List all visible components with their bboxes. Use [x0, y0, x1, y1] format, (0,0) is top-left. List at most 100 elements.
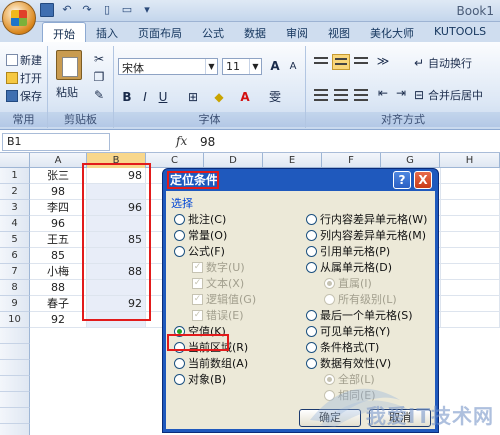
- font-size-dropdown-icon[interactable]: ▼: [249, 59, 261, 74]
- right-option-1[interactable]: 列内容差异单元格(M): [306, 227, 426, 243]
- format-painter-icon[interactable]: ✎: [90, 86, 108, 104]
- font-color-icon[interactable]: A: [236, 88, 254, 106]
- tab-page-layout[interactable]: 页面布局: [128, 22, 192, 42]
- phonetic-button[interactable]: 雯: [266, 88, 284, 106]
- new-doc-icon[interactable]: ▯: [100, 3, 114, 17]
- close-button[interactable]: X: [414, 171, 432, 189]
- column-header-g[interactable]: G: [381, 153, 440, 168]
- column-header-e[interactable]: E: [263, 153, 322, 168]
- tab-data[interactable]: 数据: [234, 22, 276, 42]
- row-header[interactable]: 6: [0, 248, 30, 264]
- ok-button[interactable]: 确定: [299, 409, 361, 427]
- fx-icon[interactable]: fx: [176, 134, 187, 148]
- bold-button[interactable]: B: [118, 88, 136, 106]
- column-header-h[interactable]: H: [440, 153, 500, 168]
- select-all-corner[interactable]: [0, 153, 30, 168]
- cell-a[interactable]: 李四: [30, 200, 87, 216]
- right-option-6[interactable]: 最后一个单元格(S): [306, 307, 413, 323]
- left-option-2[interactable]: 公式(F): [174, 243, 225, 259]
- cell-a[interactable]: 88: [30, 280, 87, 296]
- shrink-font-button[interactable]: A: [284, 58, 302, 76]
- cancel-button[interactable]: 取消: [369, 409, 431, 427]
- redo-icon[interactable]: ↷: [80, 3, 94, 17]
- cell-empty[interactable]: [441, 184, 500, 200]
- tab-beautify[interactable]: 美化大师: [360, 22, 424, 42]
- row-header-empty[interactable]: [0, 408, 30, 424]
- cell-a[interactable]: 小梅: [30, 264, 87, 280]
- tab-formulas[interactable]: 公式: [192, 22, 234, 42]
- tab-view[interactable]: 视图: [318, 22, 360, 42]
- wrap-text-button[interactable]: ↵ 自动换行: [412, 54, 472, 72]
- row-header[interactable]: 9: [0, 296, 30, 312]
- row-header-empty[interactable]: [0, 376, 30, 392]
- tab-insert[interactable]: 插入: [86, 22, 128, 42]
- row-header[interactable]: 4: [0, 216, 30, 232]
- underline-button[interactable]: U: [154, 88, 172, 106]
- align-bottom-icon[interactable]: [352, 54, 370, 70]
- align-right-icon[interactable]: [352, 86, 370, 102]
- right-option-8[interactable]: 条件格式(T): [306, 339, 379, 355]
- italic-button[interactable]: I: [136, 88, 154, 106]
- copy-icon[interactable]: ❐: [90, 68, 108, 86]
- undo-icon[interactable]: ↶: [60, 3, 74, 17]
- cell-a[interactable]: 王五: [30, 232, 87, 248]
- decrease-indent-icon[interactable]: ⇤: [374, 84, 392, 102]
- row-header-empty[interactable]: [0, 392, 30, 408]
- right-option-9[interactable]: 数据有效性(V): [306, 355, 391, 371]
- help-button[interactable]: ?: [393, 171, 411, 189]
- row-header-empty[interactable]: [0, 424, 30, 435]
- merge-center-button[interactable]: ⊟ 合并后居中: [412, 86, 483, 104]
- right-option-7[interactable]: 可见单元格(Y): [306, 323, 390, 339]
- column-header-d[interactable]: D: [204, 153, 263, 168]
- border-icon[interactable]: ⊞: [184, 88, 202, 106]
- align-top-icon[interactable]: [312, 54, 330, 70]
- formula-value[interactable]: 98: [200, 135, 215, 149]
- cell-empty[interactable]: [441, 280, 500, 296]
- qat-save-icon[interactable]: [40, 3, 54, 17]
- cell-empty[interactable]: [441, 296, 500, 312]
- font-size-combo[interactable]: 11 ▼: [222, 58, 262, 75]
- cell-a[interactable]: 92: [30, 312, 87, 328]
- row-header[interactable]: 7: [0, 264, 30, 280]
- paste-button[interactable]: 粘贴: [56, 84, 78, 100]
- grow-font-button[interactable]: A: [266, 57, 284, 75]
- row-header[interactable]: 5: [0, 232, 30, 248]
- column-header-c[interactable]: C: [146, 153, 204, 168]
- tab-home[interactable]: 开始: [42, 22, 86, 42]
- row-header[interactable]: 1: [0, 168, 30, 184]
- row-header-empty[interactable]: [0, 360, 30, 376]
- cell-a[interactable]: 张三: [30, 168, 87, 184]
- row-header-empty[interactable]: [0, 328, 30, 344]
- cell-a[interactable]: 96: [30, 216, 87, 232]
- open-button[interactable]: 打开: [6, 70, 42, 86]
- left-option-0[interactable]: 批注(C): [174, 211, 226, 227]
- name-box[interactable]: B1: [2, 133, 110, 151]
- row-header[interactable]: 8: [0, 280, 30, 296]
- cell-empty[interactable]: [441, 168, 500, 184]
- paste-icon[interactable]: [56, 50, 82, 80]
- column-header-a[interactable]: A: [30, 153, 87, 168]
- align-middle-icon[interactable]: [332, 54, 350, 70]
- font-name-dropdown-icon[interactable]: ▼: [205, 59, 217, 74]
- align-left-icon[interactable]: [312, 86, 330, 102]
- cell-empty[interactable]: [441, 216, 500, 232]
- tab-kutools[interactable]: KUTOOLS: [424, 22, 496, 42]
- orientation-icon[interactable]: ≫: [374, 52, 392, 70]
- row-header[interactable]: 10: [0, 312, 30, 328]
- left-option-1[interactable]: 常量(O): [174, 227, 227, 243]
- office-button[interactable]: [2, 1, 36, 35]
- left-option-10[interactable]: 对象(B): [174, 371, 226, 387]
- row-header[interactable]: 2: [0, 184, 30, 200]
- align-center-icon[interactable]: [332, 86, 350, 102]
- cell-a[interactable]: 85: [30, 248, 87, 264]
- left-option-9[interactable]: 当前数组(A): [174, 355, 248, 371]
- cell-a[interactable]: 98: [30, 184, 87, 200]
- save-button[interactable]: 保存: [6, 88, 42, 104]
- new-button[interactable]: 新建: [6, 52, 42, 68]
- preview-icon[interactable]: ▭: [120, 3, 134, 17]
- increase-indent-icon[interactable]: ⇥: [392, 84, 410, 102]
- cell-empty[interactable]: [441, 248, 500, 264]
- row-header[interactable]: 3: [0, 200, 30, 216]
- cell-a[interactable]: 春子: [30, 296, 87, 312]
- font-name-combo[interactable]: 宋体 ▼: [118, 58, 218, 75]
